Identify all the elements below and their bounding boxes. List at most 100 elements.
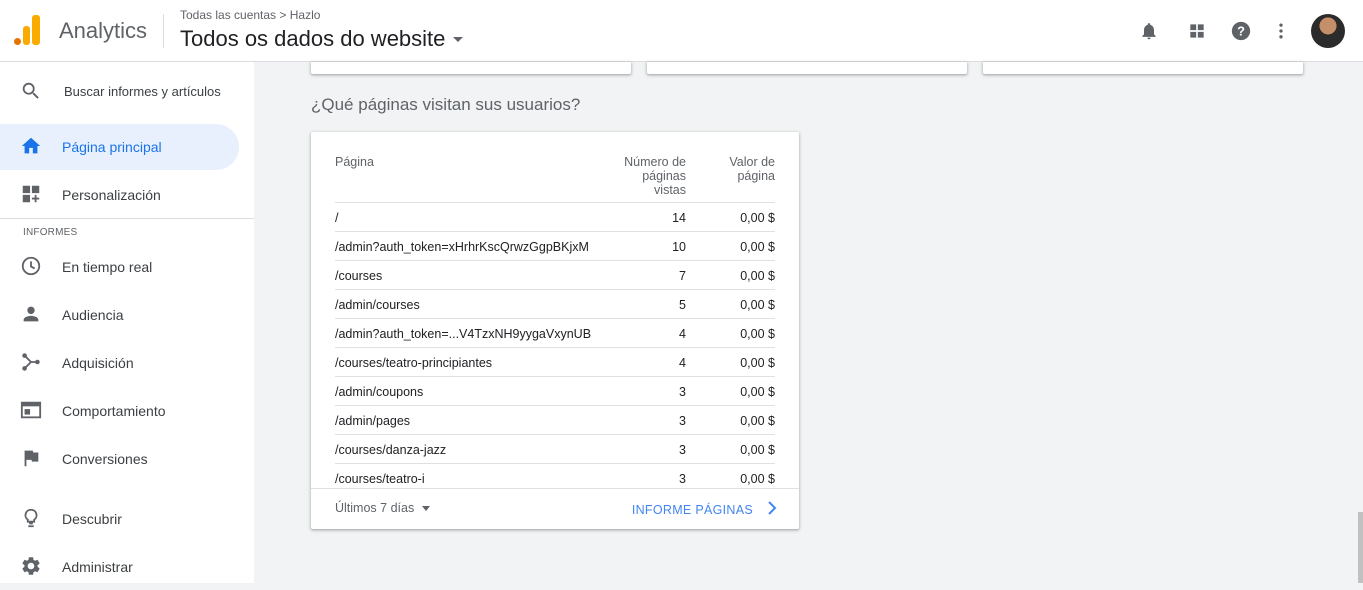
date-range-dropdown[interactable]: Últimos 7 días	[335, 501, 431, 515]
section-label-reports: INFORMES	[23, 227, 78, 238]
home-icon	[20, 135, 44, 159]
card-footer: Últimos 7 días INFORME PÁGINAS	[311, 488, 799, 529]
pageviews-value: 10	[672, 240, 686, 254]
behavior-icon	[20, 399, 44, 423]
sidebar-item-label: Administrar	[62, 559, 133, 575]
svg-text:?: ?	[1237, 24, 1245, 39]
pageviews-value: 3	[679, 472, 686, 486]
app-name[interactable]: Analytics	[59, 18, 147, 44]
search-label: Buscar informes y artículos	[64, 84, 221, 99]
person-icon	[20, 303, 44, 327]
chevron-down-icon	[453, 36, 464, 42]
sidebar-item-label: Comportamiento	[62, 403, 166, 419]
page-path: /admin/pages	[335, 414, 411, 428]
date-range-label: Últimos 7 días	[335, 501, 415, 515]
sidebar-item-acquisition[interactable]: Adquisición	[0, 340, 254, 386]
section-title: ¿Qué páginas visitan sus usuarios?	[311, 95, 581, 114]
page-path: /courses/teatro-i	[335, 472, 425, 486]
pageviews-value: 4	[679, 327, 686, 341]
pageviews-value: 3	[679, 385, 686, 399]
sidebar-item-customization[interactable]: Personalización	[0, 172, 254, 218]
page-value: 0,00 $	[740, 414, 775, 428]
page-path: /courses/teatro-principiantes	[335, 356, 493, 370]
apps-grid-icon[interactable]	[1185, 19, 1209, 43]
page-path: /admin/coupons	[335, 385, 424, 399]
sidebar-item-label: Conversiones	[62, 451, 148, 467]
analytics-logo[interactable]	[14, 15, 40, 45]
acquisition-icon	[20, 351, 44, 375]
table-row: /courses/danza-jazz 3 0,00 $	[335, 434, 775, 463]
account-breadcrumb[interactable]: Todas las cuentas > Hazlo	[180, 8, 320, 22]
column-header-pageviews: Número de páginas vistas	[624, 155, 686, 197]
summary-card	[647, 62, 967, 74]
summary-card	[311, 62, 631, 74]
bell-icon[interactable]	[1137, 19, 1161, 43]
page-path: /admin/courses	[335, 298, 420, 312]
sidebar-item-label: Página principal	[62, 139, 162, 155]
sidebar-item-discover[interactable]: Descubrir	[0, 496, 254, 542]
pageviews-value: 14	[672, 211, 686, 225]
header-divider	[163, 14, 164, 48]
help-icon[interactable]: ?	[1229, 19, 1253, 43]
pageviews-value: 3	[679, 443, 686, 457]
pages-report-card: Página Número de páginas vistas Valor de…	[311, 132, 799, 529]
table-row: /courses 7 0,00 $	[335, 260, 775, 289]
sidebar-item-label: Adquisición	[62, 355, 134, 371]
pageviews-value: 4	[679, 356, 686, 370]
page-path: /	[335, 211, 339, 225]
page-path: /admin?auth_token=...V4TzxNH9yygaVxynUB	[335, 327, 592, 341]
pageviews-value: 7	[679, 269, 686, 283]
search-reports[interactable]: Buscar informes y artículos	[0, 72, 254, 112]
page-value: 0,00 $	[740, 211, 775, 225]
more-vert-icon[interactable]	[1269, 19, 1293, 43]
column-header-page: Página	[335, 155, 374, 169]
sidebar-item-home[interactable]: Página principal	[0, 124, 239, 170]
pages-table: / 14 0,00 $ /admin?auth_token=xHrhrKscQr…	[335, 202, 775, 492]
page-value: 0,00 $	[740, 327, 775, 341]
pages-report-link[interactable]: INFORME PÁGINAS	[632, 501, 777, 518]
sidebar-item-label: Descubrir	[62, 511, 122, 527]
top-app-bar: Analytics Todas las cuentas > Hazlo Todo…	[0, 0, 1363, 62]
sidebar-item-behavior[interactable]: Comportamiento	[0, 388, 254, 434]
clock-icon	[20, 255, 44, 279]
table-row: /admin/courses 5 0,00 $	[335, 289, 775, 318]
sidebar-item-realtime[interactable]: En tiempo real	[0, 244, 254, 290]
column-header-page-value: Valor de página	[729, 155, 775, 183]
page-value: 0,00 $	[740, 298, 775, 312]
table-row: /admin?auth_token=xHrhrKscQrwzGgpBKjxM 1…	[335, 231, 775, 260]
sidebar-divider	[0, 218, 254, 219]
page-value: 0,00 $	[740, 472, 775, 486]
page-value: 0,00 $	[740, 356, 775, 370]
pages-report-link-label: INFORME PÁGINAS	[631, 502, 753, 517]
sidebar-item-admin[interactable]: Administrar	[0, 544, 254, 590]
view-selector[interactable]: Todos os dados do website	[180, 26, 464, 52]
page-path: /courses	[335, 269, 383, 283]
page-scrollbar[interactable]	[1358, 512, 1363, 583]
sidebar-item-label: Personalización	[62, 187, 161, 203]
table-row: /admin/pages 3 0,00 $	[335, 405, 775, 434]
sidebar: Buscar informes y artículos Página princ…	[0, 62, 254, 583]
pageviews-value: 3	[679, 414, 686, 428]
summary-card	[983, 62, 1303, 74]
avatar[interactable]	[1311, 14, 1345, 48]
pageviews-value: 5	[679, 298, 686, 312]
table-row: /admin/coupons 3 0,00 $	[335, 376, 775, 405]
page-path: /admin?auth_token=xHrhrKscQrwzGgpBKjxM	[335, 240, 589, 254]
page-path: /courses/danza-jazz	[335, 443, 447, 457]
table-row: / 14 0,00 $	[335, 202, 775, 231]
table-row: /courses/teatro-principiantes 4 0,00 $	[335, 347, 775, 376]
page-value: 0,00 $	[740, 443, 775, 457]
chevron-down-icon	[422, 505, 431, 511]
dashboard-customize-icon	[20, 183, 44, 207]
flag-icon	[20, 447, 44, 471]
sidebar-item-label: En tiempo real	[62, 259, 153, 275]
view-title: Todos os dados do website	[180, 26, 446, 51]
sidebar-item-label: Audiencia	[62, 307, 124, 323]
gear-icon	[20, 555, 44, 579]
page-value: 0,00 $	[740, 269, 775, 283]
sidebar-item-conversions[interactable]: Conversiones	[0, 436, 254, 482]
sidebar-item-audience[interactable]: Audiencia	[0, 292, 254, 338]
search-icon	[20, 80, 42, 107]
page-value: 0,00 $	[740, 240, 775, 254]
lightbulb-icon	[20, 507, 44, 531]
